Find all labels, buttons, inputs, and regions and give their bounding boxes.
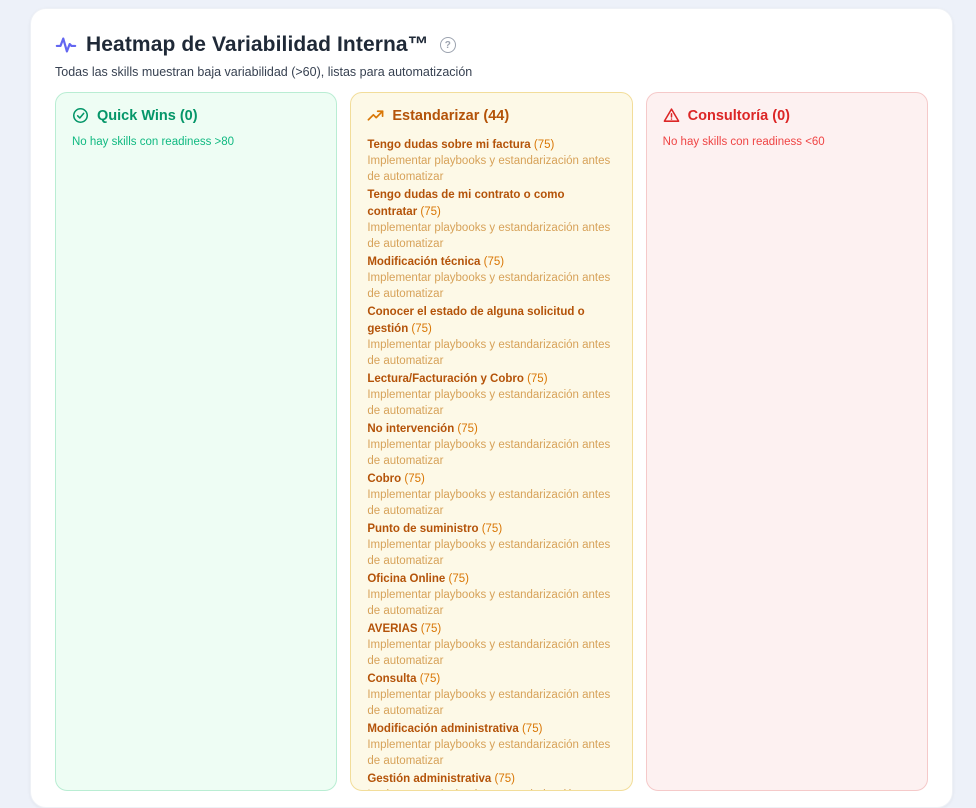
page: { "header": { "title": "Heatmap de Varia…: [0, 0, 976, 790]
skill-item: Cobro (75)Implementar playbooks y estand…: [367, 470, 615, 519]
skill-name: Oficina Online: [367, 573, 445, 585]
skill-score: (75): [519, 723, 543, 735]
skill-score: (75): [417, 673, 441, 685]
skill-title-line: Modificación técnica (75): [367, 253, 615, 270]
skill-name: Tengo dudas de mi contrato o como contra…: [367, 189, 564, 218]
trending-up-icon: [367, 107, 384, 124]
skill-score: (75): [445, 573, 469, 585]
skill-item: Oficina Online (75)Implementar playbooks…: [367, 570, 615, 619]
skill-item: Conocer el estado de alguna solicitud o …: [367, 303, 615, 369]
skill-item: AVERIAS (75)Implementar playbooks y esta…: [367, 620, 615, 669]
skill-name: Gestión administrativa: [367, 773, 491, 785]
skill-item: Tengo dudas de mi contrato o como contra…: [367, 186, 615, 252]
skill-name: Consulta: [367, 673, 416, 685]
skill-score: (75): [479, 523, 503, 535]
skill-score: (75): [408, 323, 432, 335]
skill-score: (75): [454, 423, 478, 435]
skill-item: Lectura/Facturación y Cobro (75)Implemen…: [367, 370, 615, 419]
skill-title-line: Tengo dudas sobre mi factura (75): [367, 136, 615, 153]
quick-wins-header: Quick Wins (0): [72, 107, 320, 124]
skill-title-line: Conocer el estado de alguna solicitud o …: [367, 303, 615, 337]
skill-item: Punto de suministro (75)Implementar play…: [367, 520, 615, 569]
check-circle-icon: [72, 107, 89, 124]
consultoria-empty-message: No hay skills con readiness <60: [663, 136, 911, 148]
skill-title-line: Oficina Online (75): [367, 570, 615, 587]
skill-name: Punto de suministro: [367, 523, 478, 535]
skill-score: (75): [480, 256, 504, 268]
skill-recommendation: Implementar playbooks y estandarización …: [367, 687, 615, 719]
skill-score: (75): [401, 473, 425, 485]
skill-item: Modificación técnica (75)Implementar pla…: [367, 253, 615, 302]
skill-title-line: Lectura/Facturación y Cobro (75): [367, 370, 615, 387]
skill-title-line: AVERIAS (75): [367, 620, 615, 637]
card-header: Heatmap de Variabilidad Interna™ ?: [55, 33, 928, 57]
skill-list: Tengo dudas sobre mi factura (75)Impleme…: [367, 136, 615, 791]
skill-score: (75): [417, 206, 441, 218]
skill-item: Gestión administrativa (75)Implementar p…: [367, 770, 615, 791]
skill-score: (75): [531, 139, 555, 151]
skill-title-line: Gestión administrativa (75): [367, 770, 615, 787]
skill-recommendation: Implementar playbooks y estandarización …: [367, 587, 615, 619]
skill-title-line: Modificación administrativa (75): [367, 720, 615, 737]
skill-title-line: No intervención (75): [367, 420, 615, 437]
skill-score: (75): [418, 623, 442, 635]
skill-recommendation: Implementar playbooks y estandarización …: [367, 737, 615, 769]
skill-title-line: Tengo dudas de mi contrato o como contra…: [367, 186, 615, 220]
skill-name: Tengo dudas sobre mi factura: [367, 139, 530, 151]
skill-score: (75): [491, 773, 515, 785]
skill-recommendation: Implementar playbooks y estandarización …: [367, 270, 615, 302]
heatmap-columns: Quick Wins (0) No hay skills con readine…: [55, 92, 928, 791]
estandarizar-column: Estandarizar (44) Tengo dudas sobre mi f…: [350, 92, 632, 791]
skill-score: (75): [524, 373, 548, 385]
heatmap-card: Heatmap de Variabilidad Interna™ ? Todas…: [30, 8, 953, 808]
quick-wins-title: Quick Wins (0): [97, 108, 198, 124]
estandarizar-header: Estandarizar (44): [367, 107, 615, 124]
skill-title-line: Cobro (75): [367, 470, 615, 487]
skill-recommendation: Implementar playbooks y estandarización …: [367, 437, 615, 469]
skill-name: Modificación administrativa: [367, 723, 518, 735]
skill-item: Tengo dudas sobre mi factura (75)Impleme…: [367, 136, 615, 185]
skill-item: No intervención (75)Implementar playbook…: [367, 420, 615, 469]
skill-title-line: Consulta (75): [367, 670, 615, 687]
consultoria-title: Consultoría (0): [688, 108, 790, 124]
estandarizar-title: Estandarizar (44): [392, 108, 509, 124]
consultoria-column: Consultoría (0) No hay skills con readin…: [646, 92, 928, 791]
skill-recommendation: Implementar playbooks y estandarización …: [367, 337, 615, 369]
skill-title-line: Punto de suministro (75): [367, 520, 615, 537]
quick-wins-column: Quick Wins (0) No hay skills con readine…: [55, 92, 337, 791]
skill-recommendation: Implementar playbooks y estandarización …: [367, 153, 615, 185]
skill-recommendation: Implementar playbooks y estandarización …: [367, 537, 615, 569]
skill-name: Modificación técnica: [367, 256, 480, 268]
alert-triangle-icon: [663, 107, 680, 124]
skill-name: Conocer el estado de alguna solicitud o …: [367, 306, 584, 335]
skill-name: Lectura/Facturación y Cobro: [367, 373, 524, 385]
skill-item: Consulta (75)Implementar playbooks y est…: [367, 670, 615, 719]
skill-name: Cobro: [367, 473, 401, 485]
skill-name: AVERIAS: [367, 623, 417, 635]
skill-recommendation: Implementar playbooks y estandarización …: [367, 487, 615, 519]
page-title: Heatmap de Variabilidad Interna™: [86, 33, 429, 57]
skill-recommendation: Implementar playbooks y estandarización …: [367, 220, 615, 252]
skill-recommendation: Implementar playbooks y estandarización …: [367, 787, 615, 791]
page-subtitle: Todas las skills muestran baja variabili…: [55, 65, 928, 79]
skill-recommendation: Implementar playbooks y estandarización …: [367, 637, 615, 669]
skill-item: Modificación administrativa (75)Implemen…: [367, 720, 615, 769]
activity-pulse-icon: [55, 34, 77, 56]
quick-wins-empty-message: No hay skills con readiness >80: [72, 136, 320, 148]
skill-name: No intervención: [367, 423, 454, 435]
skill-recommendation: Implementar playbooks y estandarización …: [367, 387, 615, 419]
consultoria-header: Consultoría (0): [663, 107, 911, 124]
help-icon[interactable]: ?: [440, 37, 456, 53]
